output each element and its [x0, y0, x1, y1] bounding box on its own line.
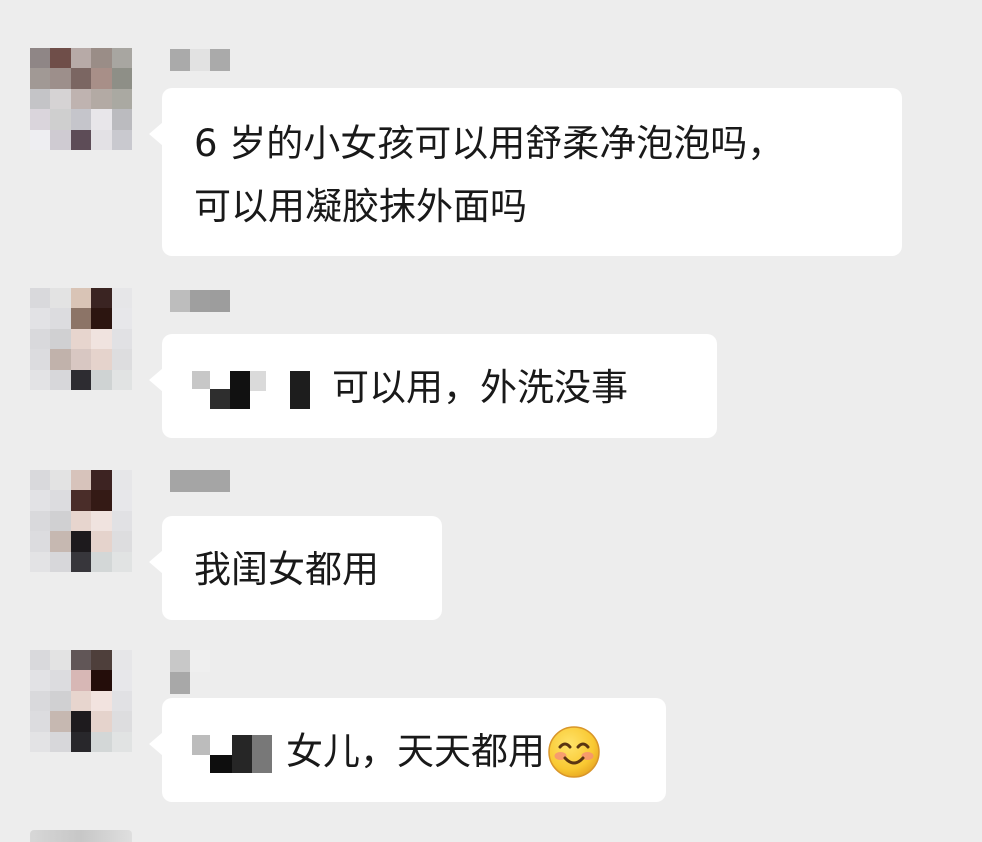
sender-name-redacted [170, 470, 230, 492]
sender-name-redacted [170, 650, 210, 672]
message-text: 我闺女都用 [194, 547, 379, 591]
sender-avatar[interactable] [30, 288, 132, 390]
message-bubble[interactable]: 可以用，外洗没事 [149, 334, 717, 438]
message-text: 可以用，外洗没事 [332, 365, 628, 409]
message-text: 女儿，天天都用 [286, 729, 545, 773]
smiling-face-emoji [548, 725, 600, 778]
sender-avatar[interactable] [30, 830, 132, 842]
message-bubble[interactable]: 女儿，天天都用 [149, 698, 666, 802]
sender-name-redacted [170, 672, 190, 694]
message-text-line: 可以用凝胶抹外面吗 [194, 185, 527, 228]
mention-redacted [192, 367, 318, 409]
sender-name-redacted [170, 49, 230, 71]
sender-name-redacted [170, 290, 230, 312]
sender-avatar[interactable] [30, 470, 132, 572]
mention-redacted [192, 731, 272, 773]
message-bubble[interactable]: 我闺女都用 [149, 516, 442, 620]
chat-message-list: 6 岁的小女孩可以用舒柔净泡泡吗， 可以用凝胶抹外面吗 可以用，外洗没事 我闺女… [0, 0, 982, 842]
message-bubble[interactable]: 6 岁的小女孩可以用舒柔净泡泡吗， 可以用凝胶抹外面吗 [149, 88, 902, 256]
message-text-line: 6 岁的小女孩可以用舒柔净泡泡吗， [194, 121, 785, 165]
sender-avatar[interactable] [30, 650, 132, 752]
sender-avatar[interactable] [30, 48, 132, 150]
